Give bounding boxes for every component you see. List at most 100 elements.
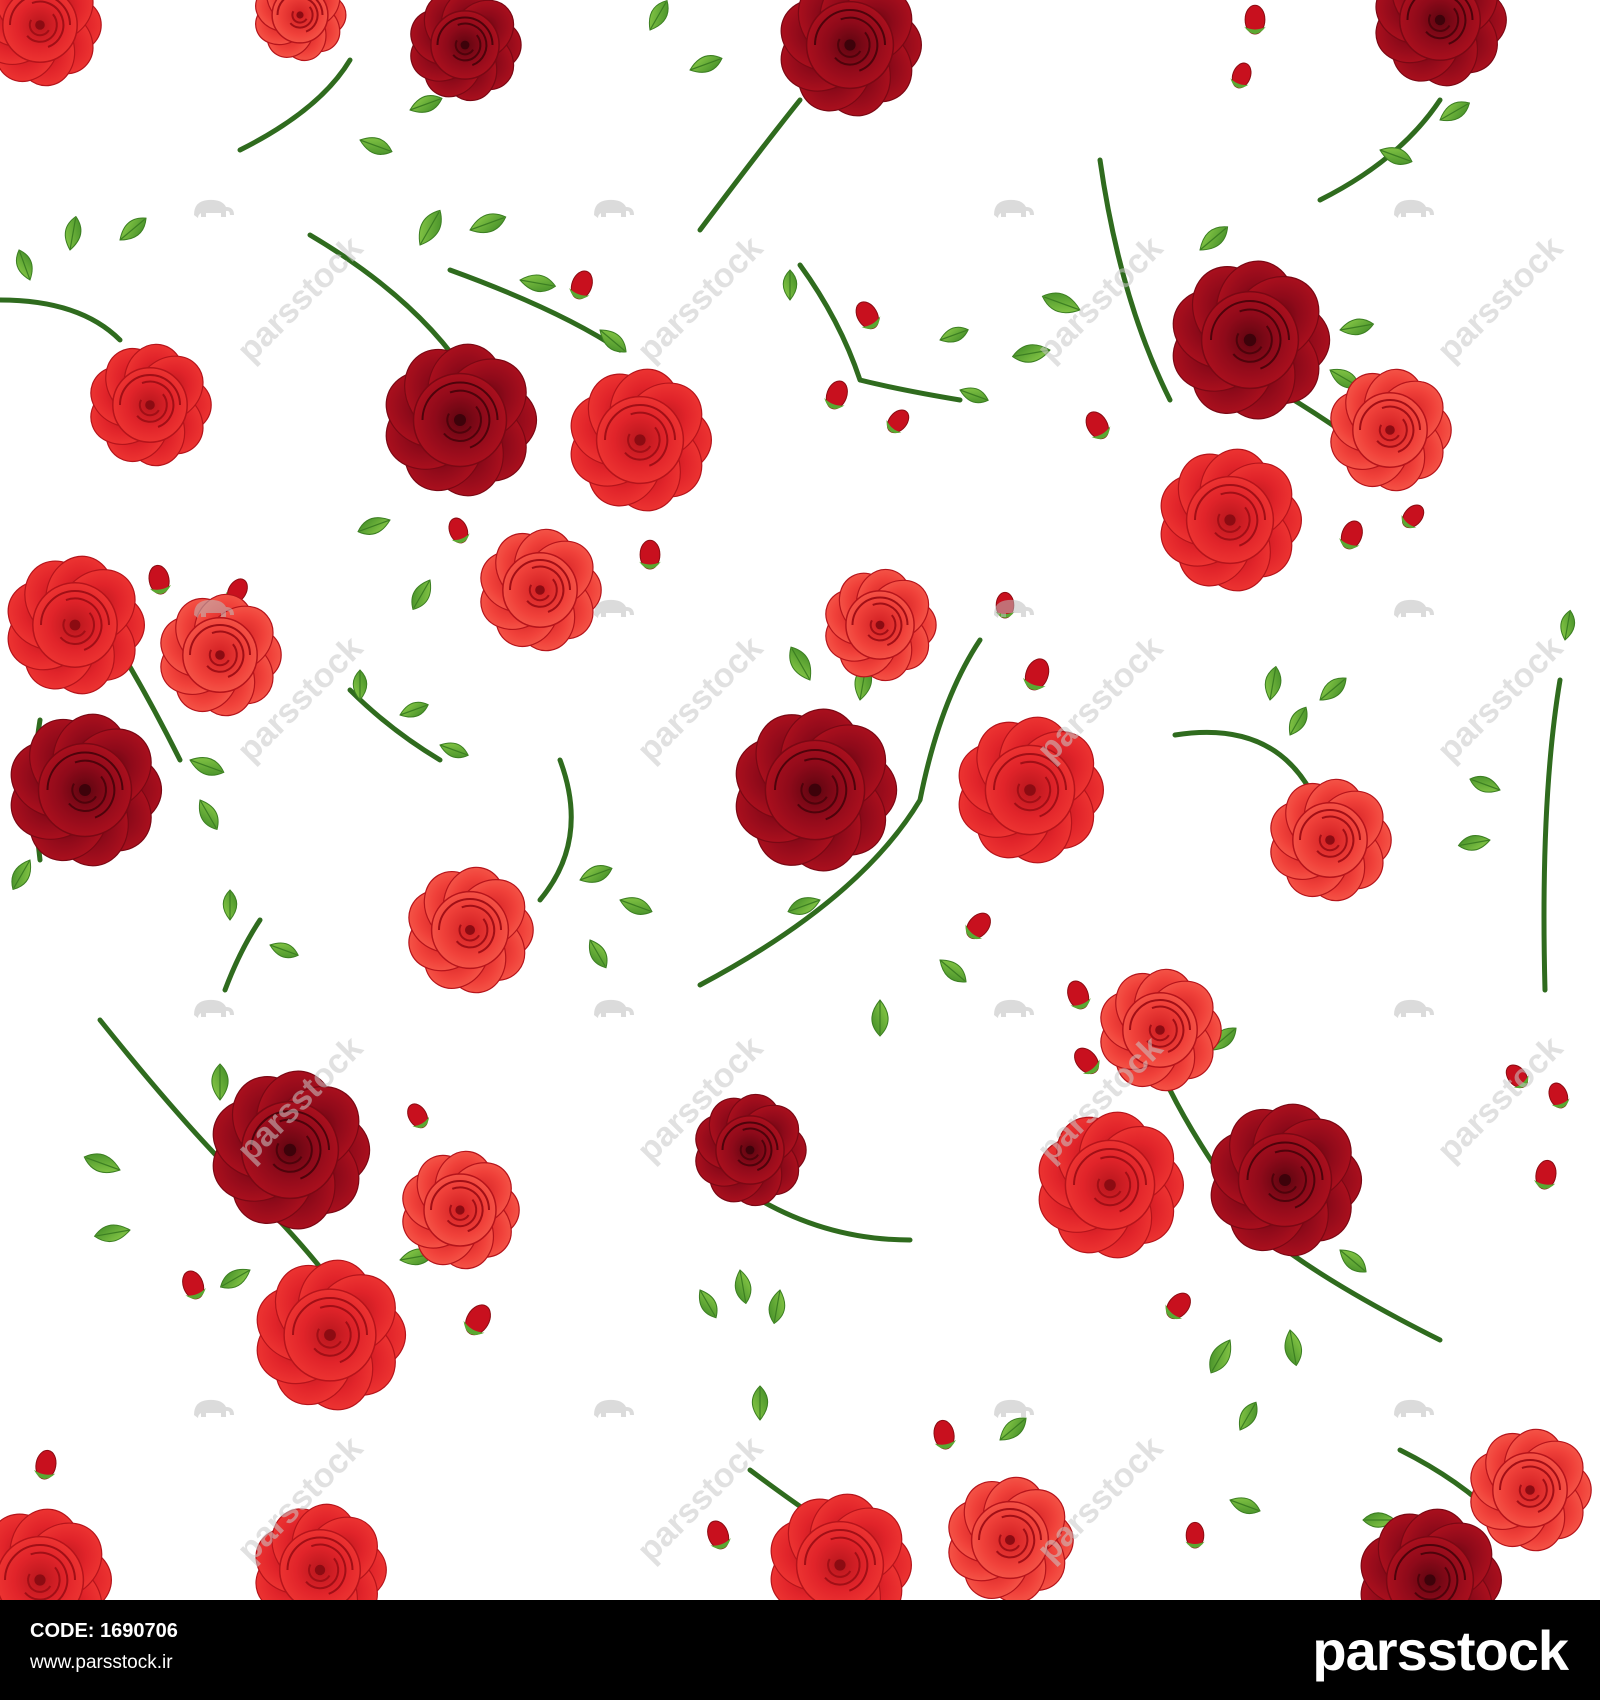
site-url: www.parsstock.ir — [30, 1652, 173, 1673]
leaf — [359, 137, 393, 155]
rose-bud — [824, 380, 848, 410]
rose-flower — [480, 528, 602, 652]
rose-center — [1155, 1025, 1165, 1035]
leaf — [689, 55, 723, 73]
leaf — [1199, 226, 1229, 251]
rose-bud — [886, 409, 910, 434]
rose-bud — [1244, 4, 1266, 35]
leaf — [83, 1153, 121, 1174]
leaf — [64, 215, 82, 251]
rose-flower — [160, 593, 282, 717]
rose-bud — [855, 301, 881, 330]
leaf — [1469, 776, 1501, 793]
rose-center — [455, 1205, 465, 1215]
leaf — [787, 897, 821, 915]
leaf — [619, 897, 653, 915]
leaf — [1238, 1401, 1258, 1431]
rose-flower — [1100, 968, 1222, 1092]
rose-bud — [569, 270, 593, 300]
rose-flower — [0, 1508, 112, 1600]
leaf — [411, 579, 432, 611]
rose-center — [1279, 1174, 1291, 1186]
rose-flower — [1160, 448, 1302, 592]
leaf — [871, 999, 889, 1037]
leaf — [469, 213, 507, 234]
rose-center — [745, 1145, 755, 1155]
rose-flower — [256, 1259, 407, 1411]
rose-center — [834, 1559, 846, 1571]
rose-center — [465, 925, 475, 935]
leaf — [648, 0, 669, 31]
rose-bud — [1401, 504, 1425, 529]
leaf — [399, 701, 429, 718]
rose-center — [1424, 1574, 1436, 1586]
rose-flower — [948, 1476, 1074, 1600]
rose-flower — [1270, 778, 1392, 902]
rose-bud — [995, 591, 1015, 619]
rose-flower — [1375, 0, 1507, 87]
rose-center — [79, 784, 91, 796]
brand-logo: parsstock — [1312, 1619, 1569, 1682]
stem — [1172, 729, 1313, 793]
rose-bud — [463, 1304, 491, 1336]
rose-flower — [255, 0, 347, 62]
rose-center — [1434, 14, 1446, 26]
leaf — [519, 274, 557, 293]
rose-bud — [1085, 411, 1111, 440]
rose-center — [145, 400, 155, 410]
leaf — [418, 209, 442, 246]
leaf — [1339, 1249, 1367, 1273]
leaf — [1319, 677, 1347, 701]
rose-bud — [1067, 980, 1091, 1010]
leaf — [189, 757, 225, 776]
rose-center — [634, 434, 646, 446]
rose-bud — [1023, 658, 1050, 691]
rose-bud — [34, 1449, 57, 1480]
stem — [537, 757, 574, 903]
leaf — [1560, 609, 1576, 641]
rose-flower — [1038, 1111, 1185, 1259]
rose-bud — [1548, 1082, 1570, 1109]
rose-bud — [1165, 1292, 1191, 1320]
rose-bud — [1339, 520, 1363, 550]
rose-flower — [958, 716, 1105, 864]
rose-center — [875, 620, 885, 630]
leaf — [588, 939, 608, 969]
leaf — [1288, 706, 1308, 736]
rose-center — [296, 11, 304, 19]
rose-flower — [770, 1493, 912, 1600]
leaf — [1229, 1497, 1261, 1514]
roses-layer — [0, 0, 1592, 1600]
leaf — [1457, 835, 1491, 851]
rose-flower — [212, 1070, 371, 1230]
rose-bud — [148, 564, 171, 595]
rose-center — [1224, 514, 1236, 526]
stem — [1541, 677, 1563, 993]
rose-center — [35, 20, 45, 30]
rose-flower — [90, 343, 212, 467]
leaf — [439, 742, 469, 759]
leaf — [219, 1268, 251, 1289]
rose-center — [454, 414, 466, 426]
rose-bud — [407, 1103, 430, 1129]
leaf — [222, 889, 238, 921]
rose-flower — [408, 866, 534, 994]
rose-center — [460, 40, 470, 50]
rose-bud — [182, 1270, 206, 1300]
leaf — [119, 217, 147, 241]
rose-bud — [707, 1520, 731, 1550]
rose-bud — [1074, 1047, 1100, 1075]
leaf — [751, 1385, 769, 1421]
leaf — [959, 387, 989, 404]
rose-bud — [1185, 1521, 1205, 1549]
rose-center — [1385, 425, 1395, 435]
image-code: CODE: 1690706 — [30, 1620, 178, 1642]
rose-center — [1325, 835, 1335, 845]
rose-center — [535, 585, 545, 595]
rose-bud — [639, 539, 661, 570]
rose-flower — [1172, 260, 1331, 420]
leaf — [1041, 292, 1081, 314]
leaf — [768, 1289, 786, 1325]
stem — [797, 262, 963, 403]
footer-bar: CODE: 1690706 www.parsstock.ir parsstock — [0, 1600, 1600, 1700]
